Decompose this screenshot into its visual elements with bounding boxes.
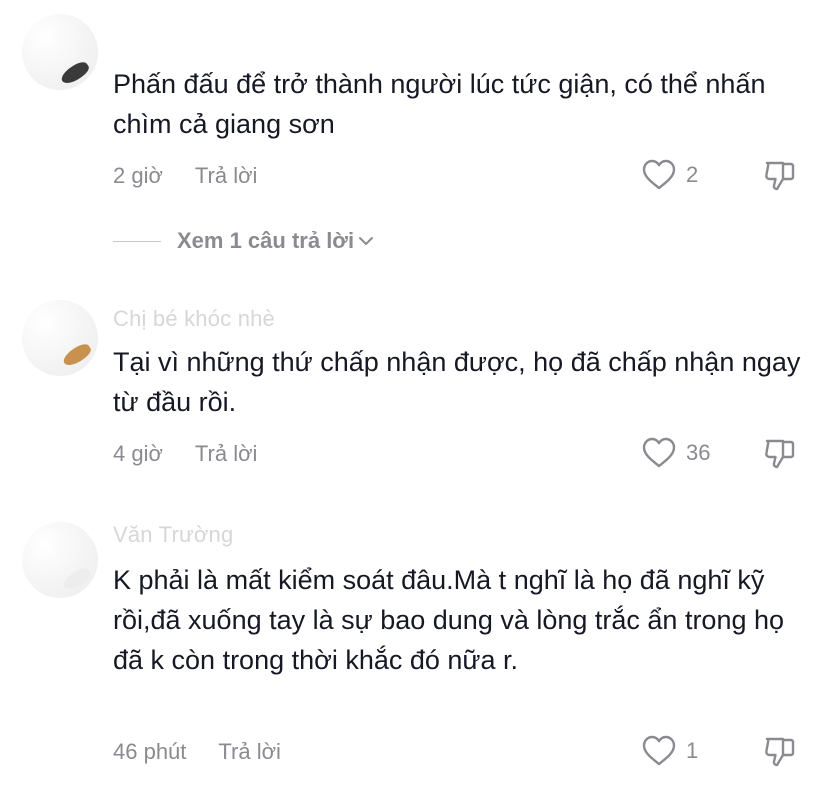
chevron-down-icon — [359, 237, 374, 245]
comment-text: K phải là mất kiểm soát đâu.Mà t nghĩ là… — [113, 565, 785, 675]
avatar[interactable] — [22, 14, 98, 90]
like-button[interactable]: 2 — [642, 158, 698, 192]
avatar-image — [58, 58, 92, 88]
comment-item: Phấn đấu để trở thành người lúc tức giận… — [0, 0, 828, 270]
comment-text: Tại vì những thứ chấp nhận được, họ đã c… — [113, 347, 801, 417]
like-count: 2 — [686, 162, 699, 187]
like-count: 36 — [686, 440, 711, 465]
view-replies-button[interactable]: Xem 1 câu trả lời — [113, 226, 374, 256]
comment-meta: 46 phút Trả lời — [113, 737, 281, 767]
comment-author[interactable]: Văn Trường — [113, 522, 233, 548]
avatar-image — [60, 340, 94, 370]
comment-meta: 2 giờ Trả lời — [113, 161, 257, 191]
like-count: 1 — [686, 738, 699, 763]
like-button[interactable]: 36 — [642, 436, 710, 470]
divider — [113, 240, 161, 242]
avatar[interactable] — [22, 300, 98, 376]
comment-item: Văn Trường K phải là mất kiểm soát đâu.M… — [0, 510, 828, 800]
view-replies-label: Xem 1 câu trả lời — [177, 228, 355, 253]
thumbs-down-outline-icon[interactable] — [762, 435, 798, 471]
comment-time: 2 giờ — [113, 163, 163, 188]
thumbs-down-outline-icon[interactable] — [762, 733, 798, 769]
comment-meta: 4 giờ Trả lời — [113, 439, 257, 469]
like-button[interactable]: 1 — [642, 734, 698, 768]
comment-author[interactable]: Chị bé khóc nhè — [113, 306, 275, 332]
comment-text: Phấn đấu để trở thành người lúc tức giận… — [113, 69, 766, 139]
thumbs-down-outline-icon[interactable] — [762, 157, 798, 193]
comment-time: 4 giờ — [113, 441, 163, 466]
avatar[interactable] — [22, 522, 98, 598]
avatar-image — [60, 564, 94, 594]
reply-button[interactable]: Trả lời — [195, 163, 258, 189]
heart-outline-icon — [642, 159, 676, 190]
heart-outline-icon — [642, 437, 676, 468]
reply-button[interactable]: Trả lời — [218, 739, 281, 765]
reply-button[interactable]: Trả lời — [195, 441, 258, 467]
comment-item: Chị bé khóc nhè Tại vì những thứ chấp nh… — [0, 290, 828, 490]
heart-outline-icon — [642, 735, 676, 766]
comment-time: 46 phút — [113, 739, 187, 764]
